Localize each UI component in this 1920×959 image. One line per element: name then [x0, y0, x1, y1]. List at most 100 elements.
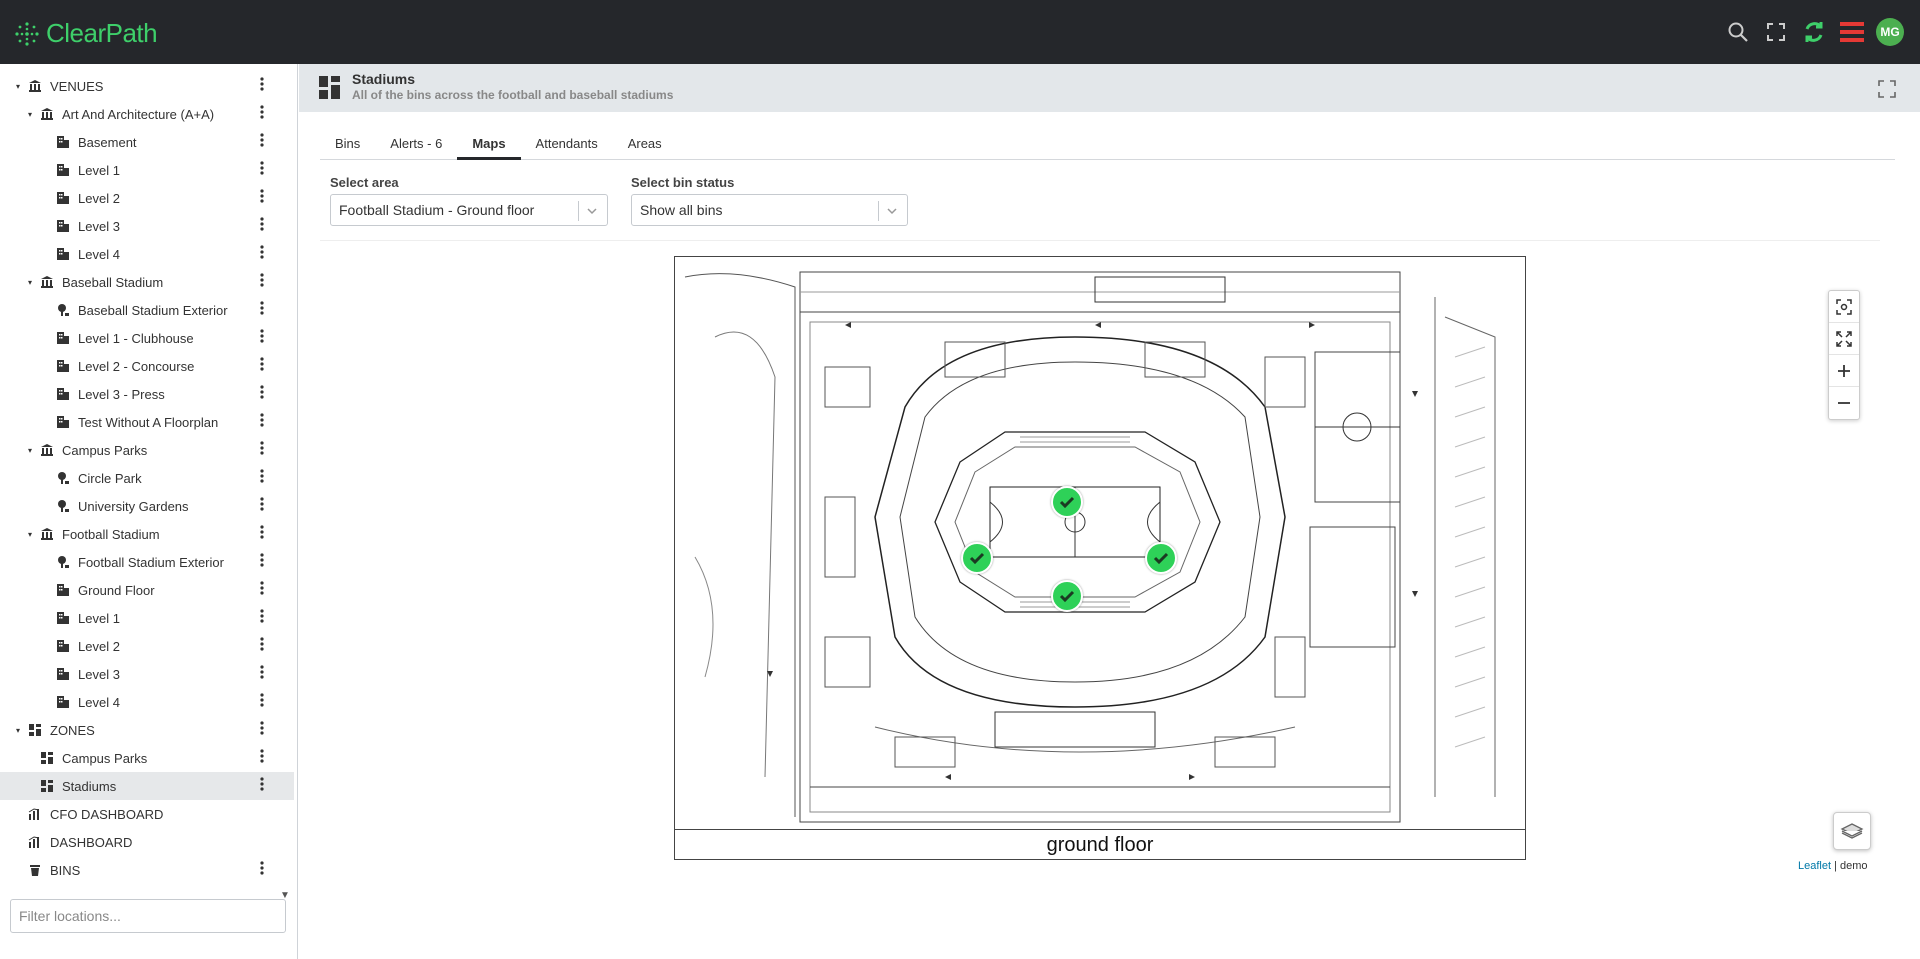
- sidebar-item[interactable]: Level 4: [0, 240, 294, 268]
- sidebar-item[interactable]: Level 2: [0, 184, 294, 212]
- layers-icon[interactable]: [1833, 812, 1871, 850]
- fit-bounds-icon[interactable]: [1829, 323, 1859, 355]
- bin-marker-ok[interactable]: [1051, 580, 1083, 612]
- sidebar-item[interactable]: Level 1 - Clubhouse: [0, 324, 294, 352]
- sidebar-item[interactable]: Level 2: [0, 632, 294, 660]
- sidebar-item[interactable]: USERS: [0, 884, 294, 890]
- sidebar-item[interactable]: Level 4: [0, 688, 294, 716]
- tab-alerts-6[interactable]: Alerts - 6: [375, 132, 457, 160]
- bin-marker-ok[interactable]: [961, 542, 993, 574]
- more-options-icon[interactable]: [260, 553, 264, 571]
- more-options-icon[interactable]: [260, 329, 264, 347]
- page-header: Stadiums All of the bins across the foot…: [299, 64, 1920, 112]
- more-options-icon[interactable]: [260, 749, 264, 767]
- sidebar-item[interactable]: Basement: [0, 128, 294, 156]
- more-options-icon[interactable]: [260, 413, 264, 431]
- focus-icon[interactable]: [1829, 291, 1859, 323]
- expand-panel-icon[interactable]: [1878, 80, 1896, 98]
- sidebar-item[interactable]: Ground Floor: [0, 576, 294, 604]
- sidebar-item[interactable]: ▾ VENUES: [0, 72, 294, 100]
- chevron-down-icon: [587, 208, 597, 215]
- more-options-icon[interactable]: [260, 525, 264, 543]
- sidebar-item[interactable]: ▾ Football Stadium: [0, 520, 294, 548]
- more-options-icon[interactable]: [260, 217, 264, 235]
- sidebar-item-label: Baseball Stadium Exterior: [78, 302, 228, 318]
- tab-maps[interactable]: Maps: [457, 132, 521, 160]
- zoom-out-icon[interactable]: [1829, 387, 1859, 419]
- sidebar-item[interactable]: Stadiums: [0, 772, 294, 800]
- more-options-icon[interactable]: [260, 777, 264, 795]
- more-options-icon[interactable]: [260, 273, 264, 291]
- sidebar-item[interactable]: Circle Park: [0, 464, 294, 492]
- more-options-icon[interactable]: [260, 245, 264, 263]
- expand-caret-icon[interactable]: ▾: [28, 446, 36, 455]
- more-options-icon[interactable]: [260, 133, 264, 151]
- more-options-icon[interactable]: [260, 469, 264, 487]
- area-select[interactable]: Football Stadium - Ground floor: [330, 194, 608, 226]
- more-options-icon[interactable]: [260, 861, 264, 879]
- sidebar-item[interactable]: ▾ Art And Architecture (A+A): [0, 100, 294, 128]
- area-select-label: Select area: [330, 175, 399, 190]
- expand-caret-icon[interactable]: ▾: [28, 278, 36, 287]
- building-icon: [56, 639, 70, 653]
- tab-areas[interactable]: Areas: [613, 132, 677, 160]
- alerts-menu-icon[interactable]: [1838, 18, 1866, 46]
- sidebar-item[interactable]: Level 1: [0, 604, 294, 632]
- more-options-icon[interactable]: [260, 105, 264, 123]
- checkmark-icon: [1153, 552, 1169, 565]
- more-options-icon[interactable]: [260, 77, 264, 95]
- bin-marker-ok[interactable]: [1051, 486, 1083, 518]
- leaflet-link[interactable]: Leaflet: [1798, 860, 1831, 872]
- expand-caret-icon[interactable]: ▾: [16, 726, 24, 735]
- logo[interactable]: ClearPath: [14, 18, 158, 49]
- filter-locations-input[interactable]: [10, 899, 286, 933]
- tab-attendants[interactable]: Attendants: [521, 132, 613, 160]
- sidebar-item-label: Level 1: [78, 610, 120, 626]
- zone-icon: [28, 723, 42, 737]
- user-avatar[interactable]: MG: [1876, 18, 1904, 46]
- bin-status-select[interactable]: Show all bins: [631, 194, 908, 226]
- more-options-icon[interactable]: [260, 301, 264, 319]
- more-options-icon[interactable]: [260, 637, 264, 655]
- sidebar-item[interactable]: Football Stadium Exterior: [0, 548, 294, 576]
- floorplan-image[interactable]: ground floor: [674, 256, 1526, 860]
- sidebar-item[interactable]: Test Without A Floorplan: [0, 408, 294, 436]
- sidebar-item[interactable]: BINS: [0, 856, 294, 884]
- more-options-icon[interactable]: [260, 693, 264, 711]
- more-options-icon[interactable]: [260, 441, 264, 459]
- bin-marker-ok[interactable]: [1145, 542, 1177, 574]
- more-options-icon[interactable]: [260, 581, 264, 599]
- tab-bins[interactable]: Bins: [320, 132, 375, 160]
- sidebar-item[interactable]: University Gardens: [0, 492, 294, 520]
- expand-caret-icon[interactable]: ▾: [28, 110, 36, 119]
- building-icon: [56, 135, 70, 149]
- sidebar-item[interactable]: ▾ Baseball Stadium: [0, 268, 294, 296]
- sidebar-item[interactable]: Campus Parks: [0, 744, 294, 772]
- sidebar-item[interactable]: ▾ Campus Parks: [0, 436, 294, 464]
- more-options-icon[interactable]: [260, 665, 264, 683]
- expand-caret-icon[interactable]: ▾: [28, 530, 36, 539]
- more-options-icon[interactable]: [260, 189, 264, 207]
- sidebar-item[interactable]: Level 2 - Concourse: [0, 352, 294, 380]
- more-options-icon[interactable]: [260, 609, 264, 627]
- more-options-icon[interactable]: [260, 385, 264, 403]
- sidebar-item[interactable]: ▾ ZONES: [0, 716, 294, 744]
- sidebar-item[interactable]: Baseball Stadium Exterior: [0, 296, 294, 324]
- zoom-in-icon[interactable]: [1829, 355, 1859, 387]
- sidebar-item[interactable]: Level 1: [0, 156, 294, 184]
- more-options-icon[interactable]: [260, 161, 264, 179]
- sidebar-item[interactable]: Level 3 - Press: [0, 380, 294, 408]
- sidebar-item[interactable]: Level 3: [0, 212, 294, 240]
- more-options-icon[interactable]: [260, 497, 264, 515]
- sidebar-item[interactable]: Level 3: [0, 660, 294, 688]
- sidebar-item-label: Baseball Stadium: [62, 274, 164, 290]
- more-options-icon[interactable]: [260, 721, 264, 739]
- sidebar-item[interactable]: CFO DASHBOARD: [0, 800, 294, 828]
- status-select-label: Select bin status: [631, 175, 735, 190]
- search-icon[interactable]: [1724, 18, 1752, 46]
- more-options-icon[interactable]: [260, 357, 264, 375]
- expand-caret-icon[interactable]: ▾: [16, 82, 24, 91]
- fullscreen-icon[interactable]: [1762, 18, 1790, 46]
- sidebar-item[interactable]: DASHBOARD: [0, 828, 294, 856]
- refresh-icon[interactable]: [1800, 18, 1828, 46]
